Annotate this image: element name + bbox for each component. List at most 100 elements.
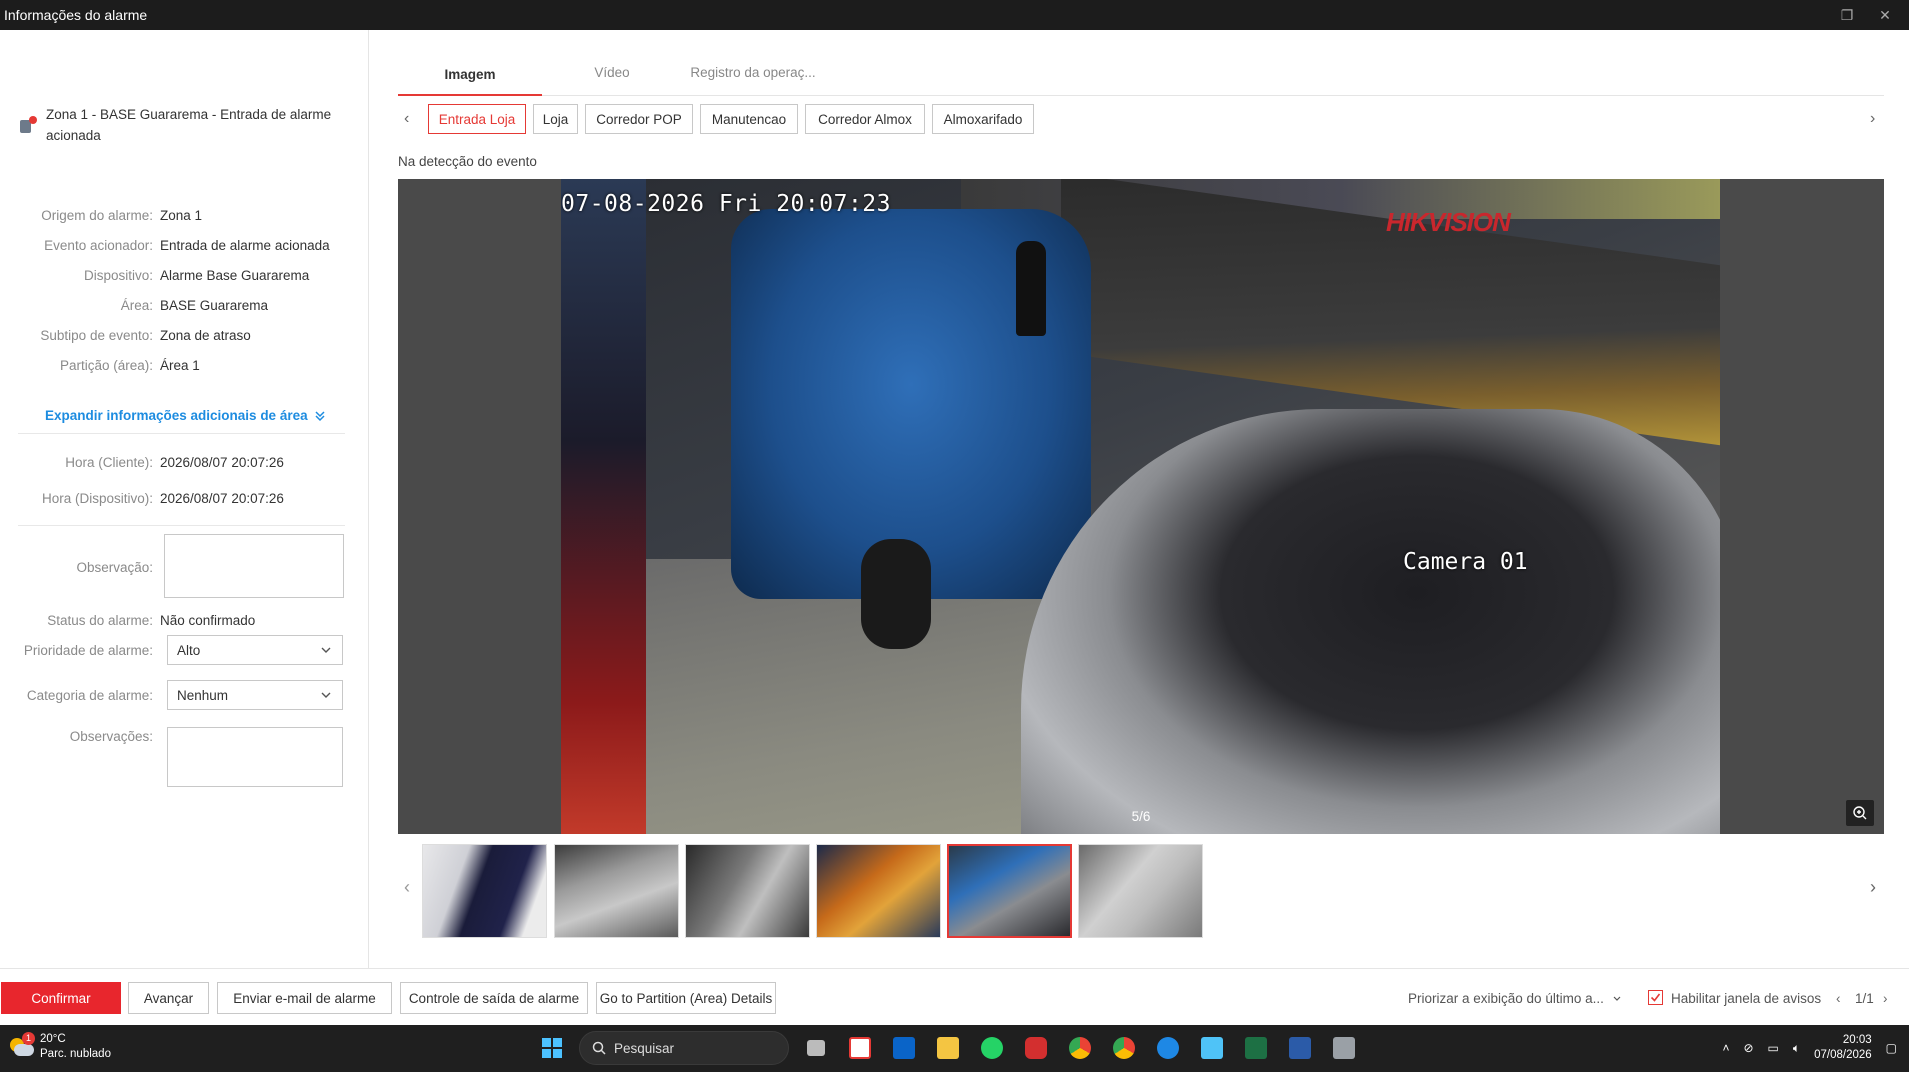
notification-icon[interactable]: ▢ xyxy=(1886,1041,1897,1055)
chevron-right-icon[interactable]: › xyxy=(1870,110,1875,128)
task-view-icon[interactable] xyxy=(799,1030,833,1066)
status-row: Status do alarme: Não confirmado xyxy=(0,613,369,628)
alarm-zone-icon xyxy=(20,116,37,134)
taskbar-apps: Pesquisar xyxy=(535,1030,1361,1066)
clock-date: 07/08/2026 xyxy=(1814,1049,1872,1061)
categoria-select[interactable]: Nenhum xyxy=(167,680,343,710)
windows-start-icon[interactable] xyxy=(535,1030,569,1066)
search-icon xyxy=(592,1041,606,1055)
detail-value: Zona 1 xyxy=(160,208,203,223)
camera-button[interactable]: Corredor POP xyxy=(585,104,693,134)
osd-camera-name: Camera 01 xyxy=(1403,549,1528,575)
file-explorer-icon[interactable] xyxy=(931,1030,965,1066)
restore-icon[interactable]: ❐ xyxy=(1839,7,1855,24)
clock[interactable]: 20:03 07/08/2026 xyxy=(1814,1033,1872,1063)
thumbnail[interactable] xyxy=(685,844,810,938)
thumbnail-selected[interactable] xyxy=(947,844,1072,938)
prioridade-select[interactable]: Alto xyxy=(167,635,343,665)
weather-badge: 1 xyxy=(22,1032,35,1045)
chevron-left-icon[interactable]: ‹ xyxy=(404,110,409,128)
chrome-icon[interactable] xyxy=(1063,1030,1097,1066)
chevron-right-icon[interactable]: › xyxy=(1870,877,1876,898)
page-prev-icon[interactable]: ‹ xyxy=(1836,991,1841,1006)
chevron-left-icon[interactable]: ‹ xyxy=(404,877,410,898)
tab-imagem[interactable]: Imagem xyxy=(398,62,542,96)
zoom-in-icon xyxy=(1853,806,1867,820)
expand-area-info-link[interactable]: Expandir informações adicionais de área xyxy=(45,408,326,423)
volume-icon[interactable]: 🔈︎ xyxy=(1793,1041,1800,1056)
detail-row: Evento acionador: Entrada de alarme acio… xyxy=(0,238,369,253)
thumbnail[interactable] xyxy=(422,844,547,938)
weather-icon: 1 xyxy=(8,1032,35,1058)
thumbnail-strip: ‹ › xyxy=(398,843,1884,939)
confirm-button[interactable]: Confirmar xyxy=(1,982,121,1014)
network-off-icon[interactable]: ⊘ xyxy=(1743,1041,1753,1055)
excel-icon[interactable] xyxy=(1239,1030,1273,1066)
alarm-info-panel: Zona 1 - BASE Guararema - Entrada de ala… xyxy=(0,30,369,968)
weather-desc: Parc. nublado xyxy=(40,1048,111,1060)
send-email-button[interactable]: Enviar e-mail de alarme xyxy=(217,982,392,1014)
detail-value: Zona de atraso xyxy=(160,328,251,343)
outlook-icon[interactable] xyxy=(887,1030,921,1066)
security-app-icon[interactable] xyxy=(1019,1030,1053,1066)
display-icon[interactable]: ▭ xyxy=(1768,1041,1779,1055)
priority-display-label: Priorizar a exibição do último a... xyxy=(1408,991,1604,1006)
detail-value: Entrada de alarme acionada xyxy=(160,238,330,253)
camera-button[interactable]: Loja xyxy=(533,104,578,134)
observacoes-label: Observações: xyxy=(69,729,153,744)
weather-widget[interactable]: 1 20°C Parc. nublado xyxy=(8,1032,111,1062)
camera-button[interactable]: Entrada Loja xyxy=(428,104,526,134)
alarm-output-button[interactable]: Controle de saída de alarme xyxy=(400,982,588,1014)
next-button[interactable]: Avançar xyxy=(128,982,209,1014)
thumbnail[interactable] xyxy=(554,844,679,938)
prioridade-value: Alto xyxy=(177,642,201,658)
detail-row: Subtipo de evento: Zona de atraso xyxy=(0,328,369,343)
image-viewer[interactable]: 07-08-2026 Fri 20:07:23 HIKVISION Camera… xyxy=(398,179,1884,834)
observacoes-input[interactable] xyxy=(167,727,343,787)
chevron-down-icon xyxy=(321,692,331,698)
time-value: 2026/08/07 20:07:26 xyxy=(160,455,284,470)
status-label: Status do alarme: xyxy=(47,613,153,628)
time-row: Hora (Dispositivo): 2026/08/07 20:07:26 xyxy=(0,491,369,506)
osd-brand-logo: HIKVISION xyxy=(1386,207,1511,237)
image-counter: 5/6 xyxy=(1131,809,1151,824)
partition-details-button[interactable]: Go to Partition (Area) Details xyxy=(596,982,776,1014)
search-placeholder: Pesquisar xyxy=(614,1040,675,1056)
camera-button[interactable]: Corredor Almox xyxy=(805,104,925,134)
detail-value: Alarme Base Guararema xyxy=(160,268,310,283)
tab-video[interactable]: Vídeo xyxy=(572,62,652,96)
time-value: 2026/08/07 20:07:26 xyxy=(160,491,284,506)
app-red-icon[interactable] xyxy=(843,1030,877,1066)
thumbnail[interactable] xyxy=(1078,844,1203,938)
notepad-icon[interactable] xyxy=(1195,1030,1229,1066)
time-label: Hora (Cliente): xyxy=(65,455,153,470)
weather-temp: 20°C xyxy=(40,1033,66,1045)
observacao-input[interactable] xyxy=(164,534,344,598)
chevron-up-icon[interactable]: ˄ xyxy=(1722,1041,1729,1055)
checkmark-icon xyxy=(1650,993,1661,1002)
calculator-icon[interactable] xyxy=(1327,1030,1361,1066)
settings-app-icon[interactable] xyxy=(1151,1030,1185,1066)
priority-display-dropdown[interactable]: Priorizar a exibição do último a... xyxy=(1408,991,1622,1006)
camera-button[interactable]: Manutencao xyxy=(700,104,798,134)
divider xyxy=(18,433,345,434)
whatsapp-icon[interactable] xyxy=(975,1030,1009,1066)
detail-row: Dispositivo: Alarme Base Guararema xyxy=(0,268,369,283)
windows-taskbar: 1 20°C Parc. nublado Pesquisar ˄ ⊘ ▭ 🔈︎ … xyxy=(0,1025,1909,1072)
taskbar-search[interactable]: Pesquisar xyxy=(579,1031,789,1065)
word-icon[interactable] xyxy=(1283,1030,1317,1066)
thumbnail[interactable] xyxy=(816,844,941,938)
close-icon[interactable]: ✕ xyxy=(1877,7,1893,24)
zoom-button[interactable] xyxy=(1846,800,1874,826)
detail-label: Partição (área): xyxy=(59,358,153,373)
camera-button[interactable]: Almoxarifado xyxy=(932,104,1034,134)
tab-registro[interactable]: Registro da operaç... xyxy=(678,62,828,96)
detail-label: Área: xyxy=(120,298,153,313)
time-label: Hora (Dispositivo): xyxy=(41,491,153,506)
page-next-icon[interactable]: › xyxy=(1883,991,1888,1006)
enable-popup-checkbox[interactable] xyxy=(1648,990,1663,1005)
enable-popup-label: Habilitar janela de avisos xyxy=(1671,991,1822,1006)
detail-label: Evento acionador: xyxy=(44,238,153,253)
camera-snapshot: 07-08-2026 Fri 20:07:23 HIKVISION Camera… xyxy=(561,179,1720,834)
chrome-profile-icon[interactable] xyxy=(1107,1030,1141,1066)
